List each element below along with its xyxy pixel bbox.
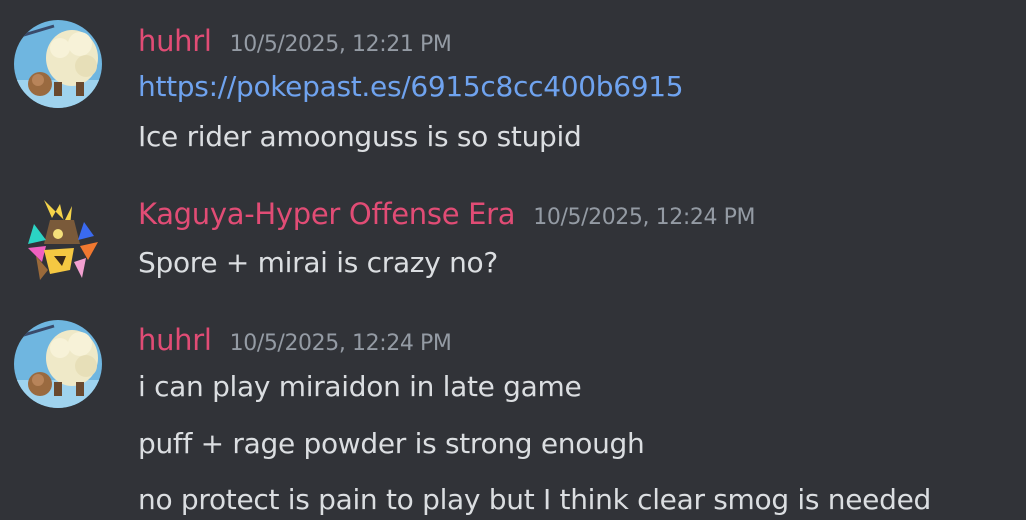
message-header: huhrl 10/5/2025, 12:24 PM [138, 323, 452, 359]
message-header: huhrl 10/5/2025, 12:21 PM [138, 24, 452, 60]
user-avatar-huhrl[interactable] [14, 20, 102, 108]
timestamp: 10/5/2025, 12:24 PM [533, 205, 756, 230]
username[interactable]: huhrl [138, 24, 212, 58]
message-text: puff + rage powder is strong enough [138, 427, 645, 460]
timestamp: 10/5/2025, 12:21 PM [229, 32, 452, 57]
chat-messages: huhrl 10/5/2025, 12:21 PM https://pokepa… [0, 0, 1026, 520]
user-avatar-kaguya[interactable] [14, 196, 102, 284]
avatar-image [14, 20, 102, 108]
username[interactable]: Kaguya-Hyper Offense Era [138, 197, 516, 231]
timestamp: 10/5/2025, 12:24 PM [229, 331, 452, 356]
user-avatar-huhrl[interactable] [14, 320, 102, 408]
message-text: Ice rider amoonguss is so stupid [138, 120, 582, 153]
message-link[interactable]: https://pokepast.es/6915c8cc400b6915 [138, 70, 684, 103]
message-text: no protect is pain to play but I think c… [138, 483, 931, 516]
message-header: Kaguya-Hyper Offense Era 10/5/2025, 12:2… [138, 197, 756, 233]
message-text: Spore + mirai is crazy no? [138, 246, 498, 279]
avatar-image [14, 320, 102, 408]
username[interactable]: huhrl [138, 323, 212, 357]
avatar-image [28, 200, 98, 280]
message-text: i can play miraidon in late game [138, 370, 582, 403]
